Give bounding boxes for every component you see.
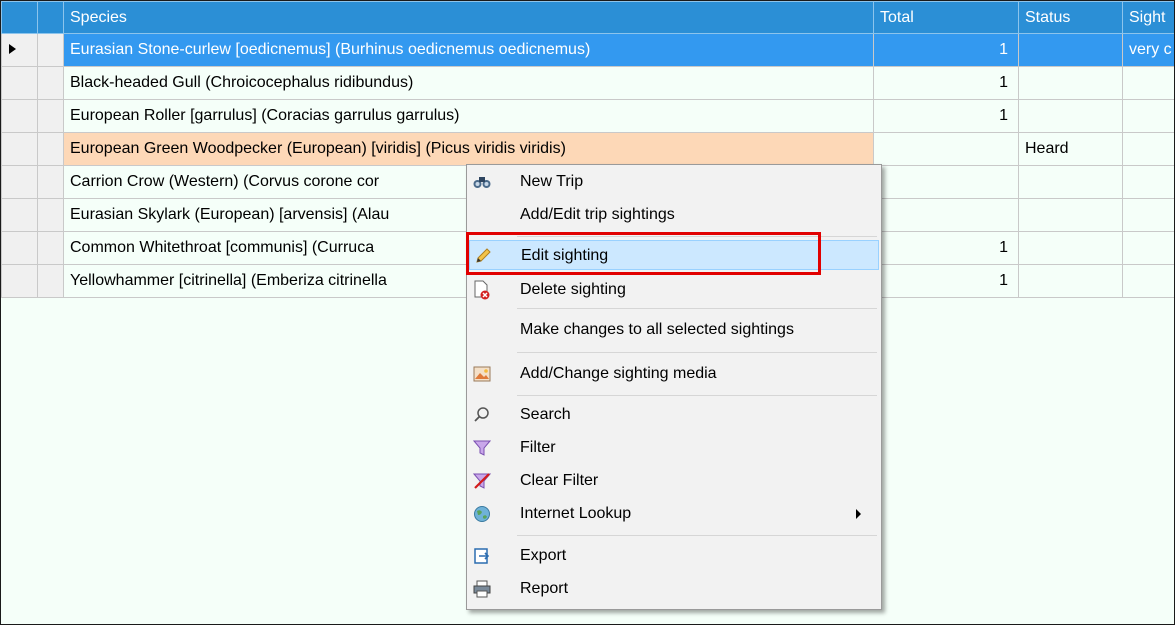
cell-status[interactable] <box>1018 198 1123 232</box>
menu-separator <box>517 352 877 353</box>
menu-item-label: Report <box>520 580 569 597</box>
menu-item-label: Internet Lookup <box>520 505 632 522</box>
funnel-icon <box>472 438 492 458</box>
cell-status[interactable] <box>1018 231 1123 265</box>
cell-sight[interactable]: very c <box>1122 33 1174 67</box>
menu-separator <box>517 236 877 237</box>
cell-sight[interactable] <box>1122 132 1174 166</box>
table-row[interactable]: Black-headed Gull (Chroicocephalus ridib… <box>1 66 1174 100</box>
column-header-blank[interactable] <box>37 1 64 34</box>
magnifier-icon <box>472 405 492 425</box>
cell-status[interactable] <box>1018 66 1123 100</box>
export-icon <box>472 546 492 566</box>
menu-item-label: Add/Edit trip sightings <box>520 206 675 223</box>
menu-separator <box>517 395 877 396</box>
menu-item-label: Export <box>520 547 567 564</box>
row-cell-blank[interactable] <box>37 264 64 298</box>
row-cell-blank[interactable] <box>37 66 64 100</box>
row-cell-blank[interactable] <box>37 33 64 67</box>
menu-item-new-trip[interactable]: New Trip <box>469 167 879 197</box>
table-row[interactable]: European Green Woodpecker (European) [vi… <box>1 132 1174 166</box>
row-cell-blank[interactable] <box>37 132 64 166</box>
menu-item-delete-sighting[interactable]: Delete sighting <box>469 275 879 305</box>
menu-item-label: Make changes to all selected sightings <box>520 321 794 338</box>
column-header-species[interactable]: Species <box>63 1 874 34</box>
cell-status[interactable]: Heard <box>1018 132 1123 166</box>
table-row[interactable]: European Roller [garrulus] (Coracias gar… <box>1 99 1174 133</box>
column-header-sight[interactable]: Sight <box>1122 1 1174 34</box>
cell-status[interactable] <box>1018 33 1123 67</box>
cell-species[interactable]: Black-headed Gull (Chroicocephalus ridib… <box>63 66 874 100</box>
menu-item-label: Filter <box>520 439 556 456</box>
cell-total[interactable]: 1 <box>873 66 1019 100</box>
row-selector[interactable] <box>1 66 38 100</box>
row-cell-blank[interactable] <box>37 198 64 232</box>
cell-sight[interactable] <box>1122 264 1174 298</box>
cell-species[interactable]: European Roller [garrulus] (Coracias gar… <box>63 99 874 133</box>
table-row[interactable]: Eurasian Stone-curlew [oedicnemus] (Burh… <box>1 33 1174 67</box>
menu-item-label: Search <box>520 406 571 423</box>
cell-status[interactable] <box>1018 165 1123 199</box>
row-selector[interactable] <box>1 231 38 265</box>
cell-total[interactable]: 1 <box>873 99 1019 133</box>
printer-icon <box>472 579 492 599</box>
row-selector[interactable] <box>1 33 38 67</box>
menu-item-clear-filter[interactable]: Clear Filter <box>469 466 879 496</box>
menu-item-export[interactable]: Export <box>469 541 879 571</box>
menu-separator <box>517 535 877 536</box>
cell-species[interactable]: European Green Woodpecker (European) [vi… <box>63 132 874 166</box>
cell-status[interactable] <box>1018 99 1123 133</box>
menu-item-edit-sighting[interactable]: Edit sighting <box>469 240 879 270</box>
menu-item-add-edit-trip-sightings[interactable]: Add/Edit trip sightings <box>469 200 879 230</box>
row-cell-blank[interactable] <box>37 99 64 133</box>
cell-total[interactable] <box>873 132 1019 166</box>
clear-filter-icon <box>472 471 492 491</box>
cell-sight[interactable] <box>1122 99 1174 133</box>
row-header-corner[interactable] <box>1 1 38 34</box>
row-cell-blank[interactable] <box>37 231 64 265</box>
cell-total[interactable] <box>873 198 1019 232</box>
cell-species[interactable]: Eurasian Stone-curlew [oedicnemus] (Burh… <box>63 33 874 67</box>
cell-sight[interactable] <box>1122 198 1174 232</box>
grid-header-row: Species Total Status Sight <box>1 1 1174 34</box>
menu-item-label: Edit sighting <box>521 247 609 264</box>
menu-item-add-change-media[interactable]: Add/Change sighting media <box>469 359 879 389</box>
menu-separator <box>517 308 877 309</box>
row-selector[interactable] <box>1 132 38 166</box>
cell-sight[interactable] <box>1122 231 1174 265</box>
menu-item-filter[interactable]: Filter <box>469 433 879 463</box>
pencil-icon <box>473 246 493 266</box>
row-selector[interactable] <box>1 198 38 232</box>
cell-sight[interactable] <box>1122 66 1174 100</box>
menu-item-label: Add/Change sighting media <box>520 365 717 382</box>
menu-item-search[interactable]: Search <box>469 400 879 430</box>
context-menu: New Trip Add/Edit trip sightings Edit si… <box>466 164 882 610</box>
submenu-arrow-icon <box>856 509 861 519</box>
row-selector[interactable] <box>1 264 38 298</box>
cell-sight[interactable] <box>1122 165 1174 199</box>
row-selector[interactable] <box>1 165 38 199</box>
current-row-arrow-icon <box>9 44 16 54</box>
cell-total[interactable]: 1 <box>873 264 1019 298</box>
menu-item-label: Delete sighting <box>520 281 626 298</box>
delete-document-icon <box>472 280 492 300</box>
cell-total[interactable] <box>873 165 1019 199</box>
menu-item-label: New Trip <box>520 173 584 190</box>
column-header-status[interactable]: Status <box>1018 1 1123 34</box>
column-header-total[interactable]: Total <box>873 1 1019 34</box>
cell-total[interactable]: 1 <box>873 231 1019 265</box>
cell-total[interactable]: 1 <box>873 33 1019 67</box>
image-icon <box>472 364 492 384</box>
binoculars-icon <box>472 172 492 192</box>
row-cell-blank[interactable] <box>37 165 64 199</box>
cell-status[interactable] <box>1018 264 1123 298</box>
row-selector[interactable] <box>1 99 38 133</box>
menu-item-make-changes-to-all[interactable]: Make changes to all selected sightings <box>469 315 879 345</box>
menu-item-label: Clear Filter <box>520 472 599 489</box>
menu-item-report[interactable]: Report <box>469 574 879 604</box>
globe-icon <box>472 504 492 524</box>
menu-item-internet-lookup[interactable]: Internet Lookup <box>469 499 879 529</box>
